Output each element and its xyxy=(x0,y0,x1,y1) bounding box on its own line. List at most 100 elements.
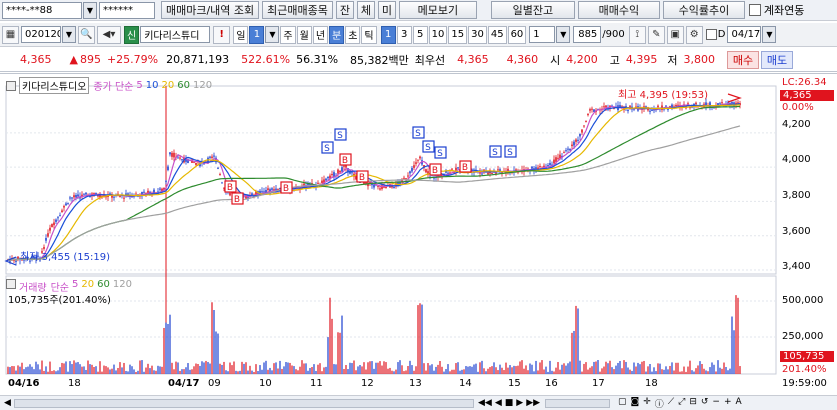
minute-interval-field[interactable]: 1 xyxy=(529,26,556,43)
trade-mark-query-button[interactable]: 매매마크/내역 조회 xyxy=(161,1,260,19)
day-count-dropdown[interactable]: ▼ xyxy=(265,26,280,43)
candle-body xyxy=(547,165,549,167)
trend-tool-icon[interactable]: ⟋ xyxy=(668,397,674,410)
volume-value-label: 105,735주(201.40%) xyxy=(8,295,111,306)
split-icon[interactable]: ⊟ xyxy=(689,397,697,410)
candle-body xyxy=(351,172,353,174)
day-count-field[interactable]: 1 xyxy=(249,25,265,44)
volume-panel-menu-icon[interactable] xyxy=(6,279,16,289)
account-link-checkbox[interactable]: 계좌연동 xyxy=(748,2,804,18)
fast-forward-icon[interactable]: ▶▶ xyxy=(526,398,540,408)
daily-balance-button[interactable]: 일별잔고 xyxy=(490,1,575,19)
minute-15-button[interactable]: 15 xyxy=(448,25,468,44)
executed-button[interactable]: 체 xyxy=(356,1,375,19)
minute-interval-dropdown[interactable]: ▼ xyxy=(556,26,571,43)
minute-45-button[interactable]: 45 xyxy=(487,25,507,44)
scroll-left-icon[interactable]: ◀ xyxy=(4,398,11,408)
x-label-13: 13 xyxy=(409,378,422,389)
info-icon[interactable]: ⓘ xyxy=(655,397,664,410)
sell-button[interactable]: 매도 xyxy=(761,50,794,69)
password-field[interactable]: ****** xyxy=(99,1,155,19)
candle-body xyxy=(195,162,197,165)
tab-day[interactable]: 일 xyxy=(233,25,249,44)
profit-rate-trend-button[interactable]: 수익률추이 xyxy=(662,1,745,19)
zoom-in-icon[interactable]: + xyxy=(724,397,732,410)
minute-60-button[interactable]: 60 xyxy=(507,25,527,44)
x-label-11: 11 xyxy=(310,378,323,389)
open-price: 4,200 xyxy=(566,53,598,66)
candle-body xyxy=(481,173,483,175)
alert-icon[interactable]: ! xyxy=(213,25,231,44)
memo-view-button[interactable]: 메모보기 xyxy=(398,1,477,19)
candle-body xyxy=(47,233,49,237)
reset-icon[interactable]: ↺ xyxy=(701,397,709,410)
stock-code-dropdown[interactable]: ▼ xyxy=(62,26,76,43)
x-label-0416: 04/16 xyxy=(8,378,40,389)
candle-body xyxy=(569,148,571,151)
candle-body xyxy=(73,195,75,198)
candle-body xyxy=(211,156,213,158)
candle-body xyxy=(15,260,17,262)
date-field[interactable]: 04/17 xyxy=(727,26,762,43)
candle-body xyxy=(59,215,61,217)
tab-year[interactable]: 년 xyxy=(312,25,329,44)
grid-menu-icon[interactable]: ▦ xyxy=(2,25,19,44)
minute-5-button[interactable]: 5 xyxy=(412,25,428,44)
minute-30-button[interactable]: 30 xyxy=(468,25,487,44)
candlestick-chart[interactable]: BBBBBB BSS SSS S S xyxy=(0,74,837,396)
minute-1-button[interactable]: 1 xyxy=(380,25,396,44)
date-checkbox[interactable] xyxy=(705,29,717,40)
zoom-slider[interactable] xyxy=(545,399,610,408)
account-number-field[interactable]: ****-**88 xyxy=(2,1,82,19)
search-icon[interactable]: 🔍 xyxy=(78,25,95,44)
ma20-line xyxy=(7,104,741,262)
play-icon[interactable]: ▶ xyxy=(516,398,523,408)
pin-icon[interactable]: ⟟ xyxy=(628,25,646,44)
candle-body xyxy=(737,102,739,104)
save-icon[interactable]: ▣ xyxy=(666,25,684,44)
candle-body xyxy=(385,186,387,189)
candle-body xyxy=(553,159,555,164)
step-back-icon[interactable]: ◀ xyxy=(495,398,502,408)
account-dropdown[interactable]: ▼ xyxy=(83,1,97,19)
candle-body xyxy=(687,103,689,105)
tab-second[interactable]: 초 xyxy=(345,25,361,44)
tab-minute[interactable]: 분 xyxy=(329,25,345,44)
fit-icon[interactable]: ⤢ xyxy=(678,397,685,410)
auto-scale-icon[interactable]: A xyxy=(736,397,742,410)
buy-mark-label: B xyxy=(283,184,289,194)
tab-month[interactable]: 월 xyxy=(296,25,312,44)
window-icon[interactable]: ▢ xyxy=(618,397,627,410)
data-count-field[interactable]: 885 xyxy=(573,26,602,43)
horizontal-scrollbar[interactable] xyxy=(14,399,474,408)
chart-area[interactable]: BBBBBBBSSSSSSS 키다리스튜디오 종가 단순 5 10 20 60 … xyxy=(0,73,837,395)
candle-body xyxy=(451,168,453,170)
stop-icon[interactable]: ■ xyxy=(505,398,514,408)
buy-button[interactable]: 매수 xyxy=(727,50,760,69)
zoom-out-icon[interactable]: − xyxy=(712,397,720,410)
trade-profit-button[interactable]: 매매수익 xyxy=(577,1,660,19)
tab-week[interactable]: 주 xyxy=(280,25,296,44)
turnover-rate: 56.31% xyxy=(296,53,339,66)
tab-tick[interactable]: 틱 xyxy=(361,25,377,44)
unexecuted-button[interactable]: 미 xyxy=(377,1,396,19)
balance-button[interactable]: 잔 xyxy=(335,1,354,19)
candle-body xyxy=(165,180,167,182)
stock-name-field[interactable]: 키다리스튜디 xyxy=(140,26,211,43)
minute-10-button[interactable]: 10 xyxy=(428,25,448,44)
x-label-17: 17 xyxy=(592,378,605,389)
rewind-icon[interactable]: ◀◀ xyxy=(478,398,492,408)
gear-icon[interactable]: ⚙ xyxy=(685,25,703,44)
draw-tool-icon[interactable]: ✎ xyxy=(647,25,665,44)
camera-icon[interactable]: ◙ xyxy=(631,397,640,410)
minute-3-button[interactable]: 3 xyxy=(396,25,412,44)
stock-code-field[interactable]: 020120 xyxy=(21,26,61,43)
buy-mark-label: B xyxy=(342,156,348,166)
checkbox-box[interactable] xyxy=(748,4,761,16)
trade-amount: 85,382백만 xyxy=(350,53,409,67)
panel-menu-icon[interactable] xyxy=(6,80,16,91)
recent-trade-stocks-button[interactable]: 최근매매종목 xyxy=(262,1,333,19)
crosshair-icon[interactable]: ✛ xyxy=(643,397,651,410)
speaker-icon[interactable]: ◀▾ xyxy=(97,25,121,44)
date-dropdown[interactable]: ▼ xyxy=(762,26,777,43)
